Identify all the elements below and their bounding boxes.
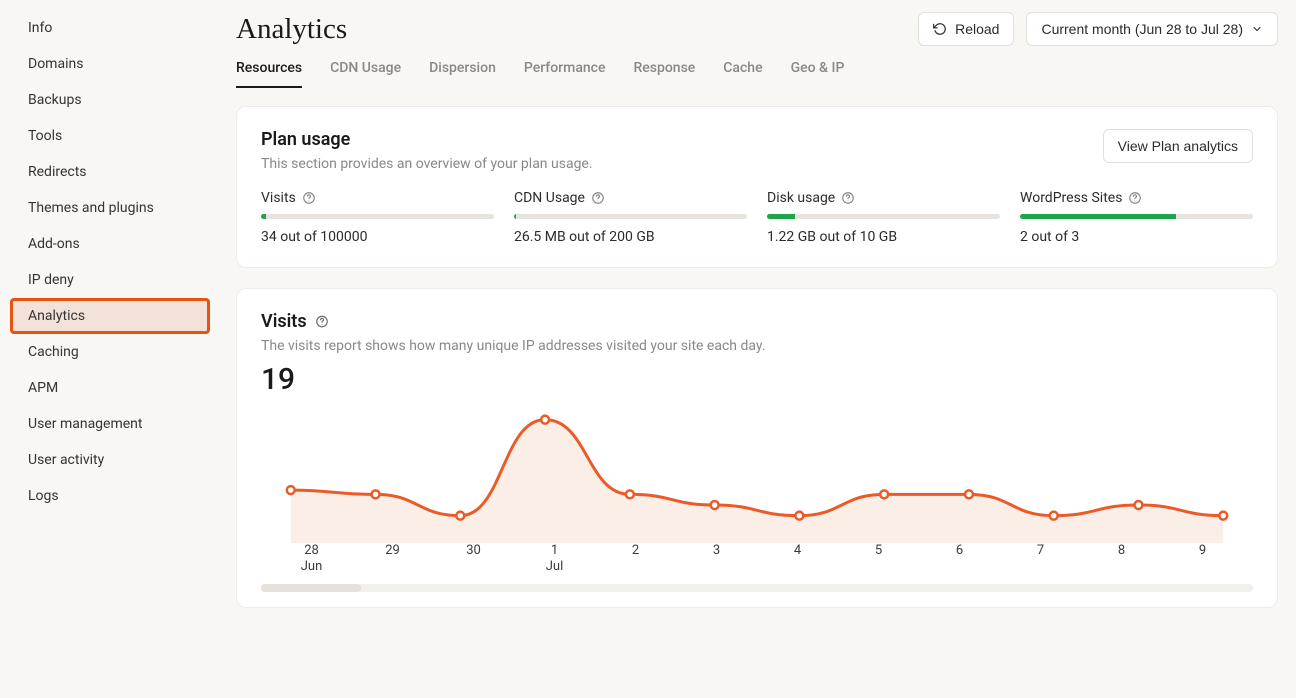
axis-tick: 6 [919, 543, 1000, 576]
help-icon[interactable] [591, 191, 605, 205]
metric-label: Visits [261, 190, 494, 206]
plan-usage-subtitle: This section provides an overview of you… [261, 156, 593, 172]
visits-line-chart [261, 403, 1253, 543]
sidebar-item-redirects[interactable]: Redirects [10, 154, 210, 190]
sidebar: InfoDomainsBackupsToolsRedirectsThemes a… [0, 0, 220, 698]
sidebar-item-backups[interactable]: Backups [10, 82, 210, 118]
reload-label: Reload [955, 21, 999, 37]
chart-x-axis: 28Jun29301Jul23456789 [261, 543, 1253, 576]
metric-label: CDN Usage [514, 190, 747, 206]
metric-label: WordPress Sites [1020, 190, 1253, 206]
visits-total: 19 [261, 362, 1253, 397]
sidebar-item-add-ons[interactable]: Add-ons [10, 226, 210, 262]
sidebar-item-domains[interactable]: Domains [10, 46, 210, 82]
page-title: Analytics [236, 13, 347, 46]
metric-value: 26.5 MB out of 200 GB [514, 229, 747, 245]
metric-wordpress-sites: WordPress Sites 2 out of 3 [1020, 190, 1253, 245]
sidebar-item-ip-deny[interactable]: IP deny [10, 262, 210, 298]
axis-tick: 7 [1000, 543, 1081, 576]
tab-cdn-usage[interactable]: CDN Usage [330, 60, 401, 88]
chevron-down-icon [1251, 23, 1263, 35]
help-icon[interactable] [315, 315, 329, 329]
header-actions: Reload Current month (Jun 28 to Jul 28) [918, 12, 1278, 46]
axis-tick: 8 [1081, 543, 1162, 576]
tab-dispersion[interactable]: Dispersion [429, 60, 496, 88]
sidebar-item-tools[interactable]: Tools [10, 118, 210, 154]
tab-response[interactable]: Response [633, 60, 695, 88]
sidebar-item-user-management[interactable]: User management [10, 406, 210, 442]
view-plan-analytics-label: View Plan analytics [1118, 138, 1238, 154]
visits-subtitle: The visits report shows how many unique … [261, 338, 1253, 354]
axis-tick: 9 [1162, 543, 1243, 576]
metric-value: 2 out of 3 [1020, 229, 1253, 245]
metric-value: 1.22 GB out of 10 GB [767, 229, 1000, 245]
axis-tick: 4 [757, 543, 838, 576]
plan-usage-title: Plan usage [261, 129, 593, 150]
tabs: Resources CDN Usage Dispersion Performance R… [236, 60, 1278, 88]
sidebar-item-analytics[interactable]: Analytics [10, 298, 210, 334]
axis-tick: 2 [595, 543, 676, 576]
axis-tick: 1Jul [514, 543, 595, 576]
sidebar-item-apm[interactable]: APM [10, 370, 210, 406]
tab-resources[interactable]: Resources [236, 60, 302, 88]
chart-scrollbar[interactable] [261, 584, 1253, 592]
axis-tick: 28Jun [271, 543, 352, 576]
reload-button[interactable]: Reload [918, 12, 1014, 46]
tab-geo-ip[interactable]: Geo & IP [791, 60, 845, 88]
sidebar-item-user-activity[interactable]: User activity [10, 442, 210, 478]
visits-chart: 28Jun29301Jul23456789 [261, 403, 1253, 593]
metric-label: Disk usage [767, 190, 1000, 206]
page-header: Analytics Reload Current month (Jun 28 t… [236, 12, 1278, 46]
metric-value: 34 out of 100000 [261, 229, 494, 245]
axis-tick: 30 [433, 543, 514, 576]
progress-bar [1020, 214, 1253, 219]
visits-title-text: Visits [261, 311, 307, 332]
sidebar-item-themes-and-plugins[interactable]: Themes and plugins [10, 190, 210, 226]
visits-title: Visits [261, 311, 1253, 332]
date-range-label: Current month (Jun 28 to Jul 28) [1041, 21, 1243, 37]
sidebar-item-info[interactable]: Info [10, 10, 210, 46]
chart-scrollbar-thumb[interactable] [261, 584, 361, 592]
sidebar-item-logs[interactable]: Logs [10, 478, 210, 514]
date-range-dropdown[interactable]: Current month (Jun 28 to Jul 28) [1026, 12, 1278, 46]
progress-bar [261, 214, 494, 219]
sidebar-item-caching[interactable]: Caching [10, 334, 210, 370]
metric-cdn-usage: CDN Usage 26.5 MB out of 200 GB [514, 190, 747, 245]
axis-tick: 3 [676, 543, 757, 576]
metric-visits: Visits 34 out of 100000 [261, 190, 494, 245]
help-icon[interactable] [1128, 191, 1142, 205]
metric-disk-usage: Disk usage 1.22 GB out of 10 GB [767, 190, 1000, 245]
tab-performance[interactable]: Performance [524, 60, 606, 88]
visits-card: Visits The visits report shows how many … [236, 288, 1278, 608]
main-content: Analytics Reload Current month (Jun 28 t… [220, 0, 1296, 698]
tab-cache[interactable]: Cache [723, 60, 762, 88]
axis-tick: 5 [838, 543, 919, 576]
progress-bar [514, 214, 747, 219]
reload-icon [933, 22, 947, 36]
axis-tick: 29 [352, 543, 433, 576]
view-plan-analytics-button[interactable]: View Plan analytics [1103, 129, 1253, 163]
plan-usage-card: Plan usage This section provides an over… [236, 106, 1278, 268]
plan-usage-metrics: Visits 34 out of 100000 CDN Usage 26.5 MB o… [261, 190, 1253, 245]
help-icon[interactable] [841, 191, 855, 205]
progress-bar [767, 214, 1000, 219]
help-icon[interactable] [302, 191, 316, 205]
